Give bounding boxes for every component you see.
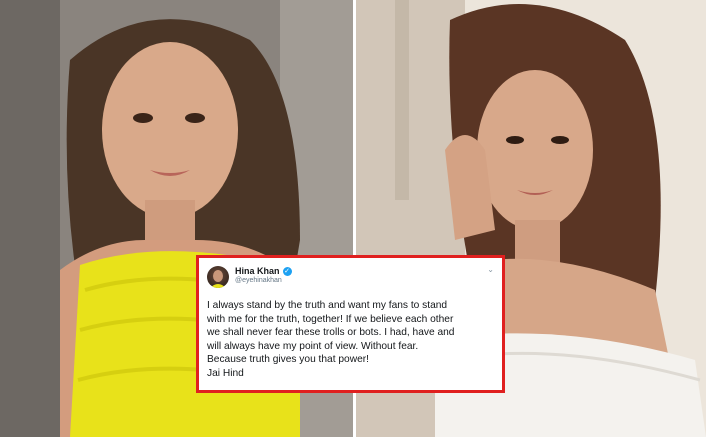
verified-badge-icon: ✓ — [282, 266, 292, 276]
avatar-image — [210, 270, 226, 288]
tweet-card: Hina Khan ✓ @eyehinakhan ⌄ I always stan… — [196, 255, 505, 393]
avatar — [207, 266, 229, 288]
chevron-down-icon[interactable]: ⌄ — [487, 265, 494, 274]
tweet-author-name: Hina Khan — [235, 266, 280, 276]
tweet-author-handle: @eyehinakhan — [235, 277, 282, 284]
tweet-author-row: Hina Khan ✓ — [235, 266, 292, 276]
tweet-text: I always stand by the truth and want my … — [207, 300, 455, 379]
